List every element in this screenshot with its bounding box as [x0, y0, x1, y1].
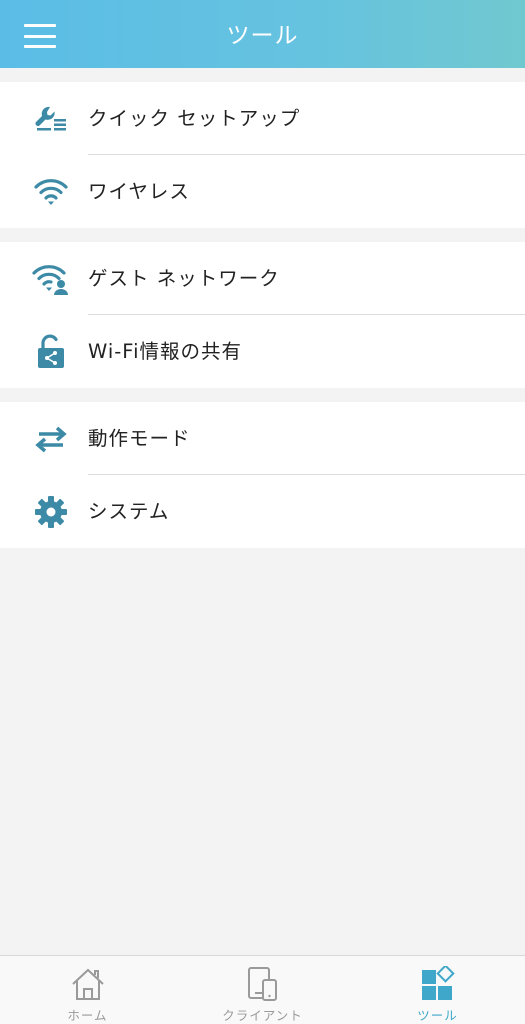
menu-item-label: ワイヤレス [88, 180, 190, 203]
tools-group-system: 動作モード システム [0, 402, 525, 548]
menu-item-label: ゲスト ネットワーク [88, 267, 280, 290]
tab-label: ホーム [67, 1008, 108, 1023]
swap-arrows-icon [32, 420, 70, 458]
guest-wifi-icon [32, 260, 70, 298]
app-header: ツール [0, 0, 525, 68]
menu-item-operation-mode[interactable]: 動作モード [0, 402, 525, 475]
wrench-list-icon [32, 100, 70, 138]
menu-item-label: システム [88, 500, 170, 523]
menu-item-label: Wi-Fi情報の共有 [88, 340, 243, 363]
wifi-icon [32, 173, 70, 211]
gear-icon [32, 493, 70, 531]
devices-icon [243, 965, 283, 1002]
menu-item-wifi-share[interactable]: Wi-Fi情報の共有 [0, 315, 525, 388]
menu-item-label: クイック セットアップ [88, 107, 301, 130]
menu-item-quick-setup[interactable]: クイック セットアップ [0, 82, 525, 155]
menu-item-guest-network[interactable]: ゲスト ネットワーク [0, 242, 525, 315]
menu-item-wireless[interactable]: ワイヤレス [0, 155, 525, 228]
tools-group-setup: クイック セットアップ ワイヤレス [0, 82, 525, 228]
page-title: ツール [226, 23, 299, 49]
tab-label: ツール [417, 1008, 458, 1023]
home-icon [68, 965, 108, 1002]
menu-item-system[interactable]: システム [0, 475, 525, 548]
bottom-tab-bar: ホーム クライアント ツール [0, 955, 525, 1024]
share-lock-icon [32, 333, 70, 371]
tab-clients[interactable]: クライアント [175, 956, 350, 1024]
tab-tools[interactable]: ツール [350, 956, 525, 1024]
tab-label: クライアント [222, 1008, 303, 1023]
menu-item-label: 動作モード [88, 427, 191, 450]
tools-grid-icon [418, 965, 458, 1002]
tools-group-network: ゲスト ネットワーク Wi-Fi情報の共有 [0, 242, 525, 388]
tab-home[interactable]: ホーム [0, 956, 175, 1024]
